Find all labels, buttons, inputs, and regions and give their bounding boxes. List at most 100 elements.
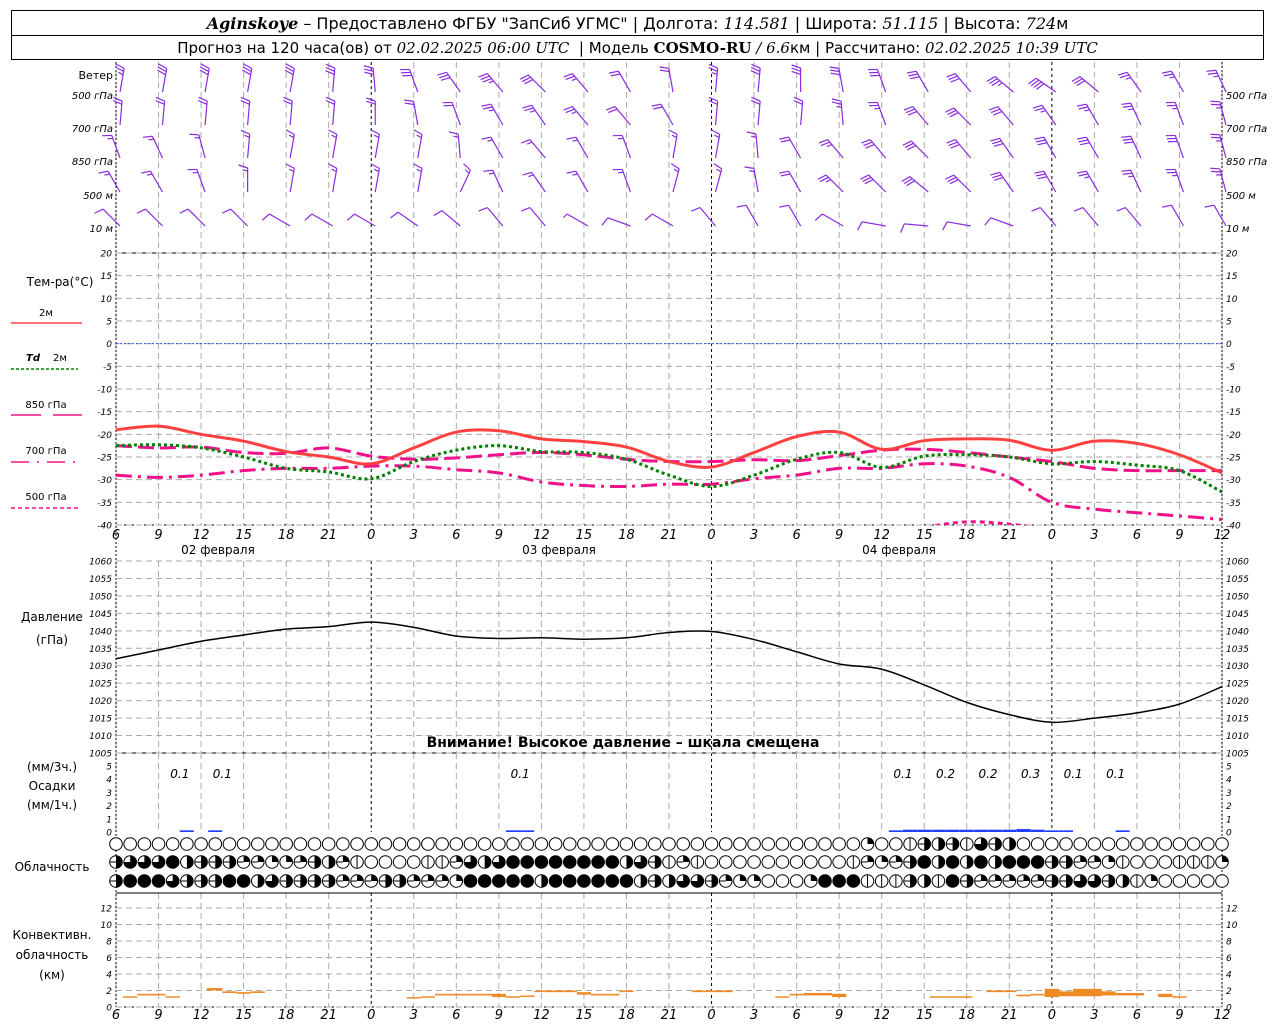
cloud-symbol-high (279, 837, 293, 851)
cloud-symbol-middle (194, 855, 208, 869)
wind-barb-staff (1082, 207, 1099, 227)
wind-barb-2 (285, 129, 295, 159)
cloud-symbol-middle (1144, 855, 1158, 869)
x-tick-label-temp: 21 (1001, 528, 1018, 543)
cloud-symbol-middle (109, 855, 123, 869)
cloud-symbol-high (435, 837, 449, 851)
cloud-symbol-low (321, 874, 336, 888)
cloud-circle (378, 837, 393, 851)
cloud-symbol-high (336, 837, 350, 851)
cloud-circle (676, 837, 690, 851)
precip-3h-label: 0.1 (893, 767, 912, 781)
x-tick-label-temp: 12 (1214, 528, 1231, 543)
wind-level-label-right: 850 гПа (1226, 157, 1267, 168)
wind-barb-feather (814, 213, 823, 221)
cloud-symbol-high (378, 837, 393, 851)
cloud-circle (1130, 855, 1144, 869)
wind-barb-feather (328, 129, 338, 135)
cloud-symbol-middle (974, 855, 988, 869)
convective-cloud-bar (236, 992, 251, 994)
cloud-symbol-high (1158, 837, 1173, 851)
cloud-fill (1051, 874, 1059, 888)
cloud-symbol-middle (1215, 855, 1229, 869)
precip-tick-right: 1 (1226, 815, 1232, 825)
cloud-circle (1073, 837, 1088, 851)
wind-barb-half-feather (464, 169, 470, 174)
wind-barb-staff (247, 101, 251, 126)
cloud-fill (577, 874, 591, 888)
wind-barb-0 (400, 68, 419, 93)
wind-barb-feather (831, 98, 842, 102)
cloud-symbol-middle (775, 855, 790, 869)
wind-barb-feather (820, 141, 831, 147)
wind-barb-staff (446, 71, 461, 93)
legend-t850: 850 гПа (25, 400, 66, 411)
wind-barb-feather (750, 66, 761, 72)
precip-bar (945, 829, 960, 832)
cloud-symbol-low (350, 874, 364, 888)
cloud-symbol-low (1201, 874, 1215, 888)
wind-barb-feather (1078, 173, 1089, 177)
wind-barb-4 (601, 217, 631, 227)
cloud-symbol-middle (463, 855, 478, 869)
wind-barb-2 (189, 133, 206, 159)
legend-t2m: 2м (39, 308, 53, 319)
cloud-fill (215, 874, 222, 888)
wind-barb-half-feather (242, 169, 248, 172)
cloud-symbol-middle (307, 855, 322, 869)
cloud-symbol-high (222, 837, 237, 851)
precip-3h-label: 0.1 (213, 767, 232, 781)
conv-tick-left: 6 (106, 954, 112, 964)
convective-cloud-bar (406, 997, 421, 999)
wind-barb-2 (102, 134, 121, 159)
cloud-symbol-low (1186, 874, 1201, 888)
wind-barb-feather (830, 69, 840, 73)
wind-barb-staff (492, 169, 504, 193)
wind-barb-half-feather (1128, 175, 1134, 178)
cloud-fill (620, 874, 633, 888)
wind-barb-feather (520, 139, 531, 144)
cloud-symbol-high (747, 837, 761, 851)
wind-barb-feather (653, 106, 663, 110)
wind-barb-3 (990, 171, 1014, 193)
temp-tick-right: -25 (1226, 454, 1241, 464)
wind-barb-feather (1162, 204, 1172, 208)
wind-barb-4 (1162, 204, 1184, 227)
wind-barb-staff (699, 207, 716, 227)
cloud-circle (648, 837, 662, 851)
cloud-symbol-middle (988, 855, 1002, 869)
precip-tick-right: 5 (1226, 763, 1232, 773)
cloud-circle (889, 837, 903, 851)
wind-barb-feather (285, 163, 295, 169)
wind-barb-1 (240, 96, 251, 126)
wind-barb-feather (1122, 105, 1133, 108)
cloud-symbol-low (903, 874, 917, 888)
cloud-fill (371, 874, 378, 881)
wind-barb-half-feather (148, 138, 154, 141)
wind-barb-staff (119, 101, 123, 126)
cloud-symbol-middle (520, 855, 535, 869)
wind-barb-staff (909, 176, 929, 193)
cloud-circle (690, 837, 705, 851)
wind-barb-staff (572, 106, 589, 126)
wind-barb-feather (990, 108, 1001, 114)
wind-barb-feather (1210, 100, 1220, 103)
wind-barb-2 (1121, 135, 1142, 159)
wind-barb-feather (1078, 139, 1089, 143)
wind-level-label-right: 700 гПа (1226, 124, 1267, 135)
wind-barb-half-feather (288, 134, 295, 139)
cloud-symbol-high (1130, 837, 1144, 851)
cloud-symbol-middle (818, 855, 832, 869)
cloud-circle (520, 837, 535, 851)
x-tick-label-temp: 18 (618, 528, 635, 543)
cloud-symbol-low (123, 874, 137, 888)
cloud-symbol-low (364, 874, 379, 888)
cloud-fill (520, 855, 534, 869)
cloud-symbol-high (577, 837, 591, 851)
wind-barb-feather (478, 207, 488, 212)
cloud-fill (201, 855, 208, 869)
wind-barb-feather (1036, 173, 1046, 177)
precip-bar (1016, 829, 1031, 832)
wind-barb-feather (1076, 103, 1087, 107)
x-tick-label-temp: 0 (707, 528, 715, 543)
